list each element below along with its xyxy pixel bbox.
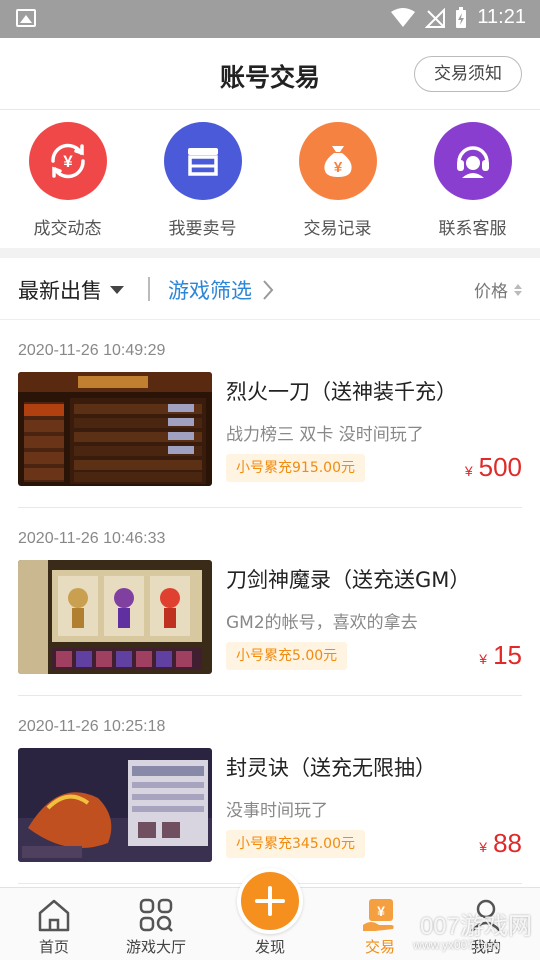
trade-notice-button[interactable]: 交易须知	[414, 56, 522, 92]
listing-description: GM2的帐号，喜欢的拿去	[226, 613, 418, 633]
system-status: 11:21	[391, 6, 526, 29]
quick-actions: ¥ 成交动态 我要卖号 ¥ 交易记录 联系客服	[0, 110, 540, 248]
tab-label: 首页	[38, 938, 69, 956]
svg-text:¥: ¥	[377, 903, 385, 919]
listing-title: 烈火一刀（送神装千充）	[226, 380, 457, 404]
listing-title: 封灵诀（送充无限抽）	[226, 756, 436, 780]
listing-time: 2020-11-26 10:49:29	[18, 342, 166, 359]
listing-item[interactable]: 2020-11-26 10:49:29 烈火一刀（送神装千充） 战力榜三 双卡 …	[0, 320, 540, 508]
currency-symbol: ¥	[479, 839, 488, 855]
filter-bar: 最新出售 游戏筛选 价格	[0, 258, 540, 320]
divider	[148, 277, 150, 301]
headset-icon	[433, 122, 512, 200]
wifi-icon	[391, 7, 416, 27]
listing-list: 2020-11-26 10:49:29 烈火一刀（送神装千充） 战力榜三 双卡 …	[0, 320, 540, 887]
no-signal-icon	[425, 7, 446, 28]
price-amount: 88	[493, 828, 522, 858]
recharge-badge: 小号累充915.00元	[226, 454, 365, 482]
listing-item[interactable]: 2020-11-26 10:46:33 刀剑神魔录（送充送GM） GM2的帐号，…	[0, 508, 540, 696]
price-amount: 500	[478, 452, 522, 482]
status-bar: 11:21	[0, 0, 540, 38]
game-screenshot-thumbnail	[18, 748, 212, 862]
tab-label: 游戏大厅	[125, 938, 186, 956]
dropdown-triangle-icon	[110, 286, 124, 294]
listing-price: ¥ 88	[479, 828, 522, 859]
sort-arrows-icon	[514, 283, 522, 296]
shop-icon	[163, 122, 242, 200]
plus-icon	[255, 886, 285, 916]
listing-item[interactable]: 2020-11-26 10:25:18 封灵诀（送充无限抽） 没事时间玩了 小号…	[0, 696, 540, 884]
quick-action-label: 联系客服	[438, 219, 507, 239]
price-sort-button[interactable]: 价格	[474, 277, 522, 302]
listing-description: 没事时间玩了	[226, 801, 328, 821]
watermark-logo: 007游戏网	[419, 913, 532, 940]
yen-refresh-icon: ¥	[28, 122, 107, 200]
listing-time: 2020-11-26 10:25:18	[18, 718, 166, 735]
discover-plus-button[interactable]	[237, 868, 303, 934]
quick-action-label: 交易记录	[303, 219, 372, 239]
tab-label: 发现	[254, 938, 285, 956]
quick-action-records[interactable]: ¥ 交易记录	[270, 110, 405, 248]
grid-icon	[138, 896, 174, 934]
quick-action-deals[interactable]: ¥ 成交动态	[0, 110, 135, 248]
game-screenshot-thumbnail	[18, 372, 212, 486]
latest-sale-label: 最新出售	[18, 279, 102, 303]
game-filter-button[interactable]: 游戏筛选	[168, 275, 274, 305]
currency-symbol: ¥	[464, 463, 473, 479]
money-bag-icon: ¥	[298, 122, 377, 200]
listing-price: ¥ 15	[479, 640, 522, 671]
svg-text:¥: ¥	[63, 152, 73, 171]
listing-title: 刀剑神魔录（送充送GM）	[226, 568, 471, 592]
tab-home[interactable]: 首页	[0, 888, 108, 960]
watermark-url: www.yx007.com	[413, 938, 500, 952]
clock: 11:21	[477, 6, 526, 28]
image-notification-icon	[16, 9, 36, 27]
price-sort-label: 价格	[474, 282, 508, 302]
recharge-badge: 小号累充345.00元	[226, 830, 365, 858]
listing-description: 战力榜三 双卡 没时间玩了	[226, 425, 424, 445]
quick-action-label: 成交动态	[33, 219, 102, 239]
quick-action-label: 我要卖号	[168, 219, 237, 239]
listing-time: 2020-11-26 10:46:33	[18, 530, 166, 547]
tab-game-hall[interactable]: 游戏大厅	[102, 888, 210, 960]
tab-label: 交易	[364, 938, 395, 956]
currency-symbol: ¥	[479, 651, 488, 667]
recharge-badge: 小号累充5.00元	[226, 642, 348, 670]
game-screenshot-thumbnail	[18, 560, 212, 674]
app-header: 账号交易 交易须知	[0, 38, 540, 110]
listing-price: ¥ 500	[465, 452, 522, 483]
price-amount: 15	[493, 640, 522, 670]
svg-text:¥: ¥	[333, 159, 342, 176]
game-filter-label: 游戏筛选	[168, 279, 252, 303]
chevron-right-icon	[263, 280, 274, 300]
trade-icon: ¥	[361, 896, 399, 934]
quick-action-support[interactable]: 联系客服	[405, 110, 540, 248]
home-icon	[36, 896, 72, 934]
battery-icon	[456, 6, 467, 28]
latest-sale-dropdown[interactable]: 最新出售	[18, 275, 124, 305]
quick-action-sell[interactable]: 我要卖号	[135, 110, 270, 248]
